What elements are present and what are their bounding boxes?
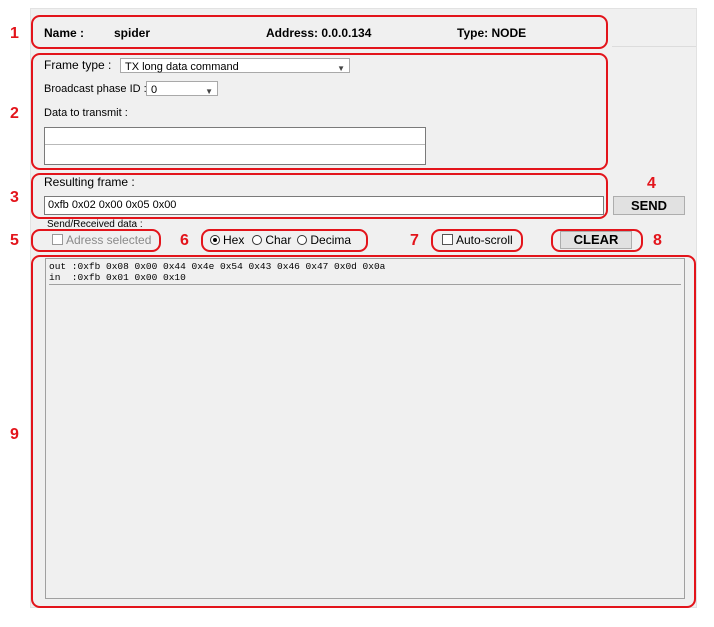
- callout-outline-6: [201, 229, 368, 252]
- separator: [612, 46, 696, 47]
- callout-number-5: 5: [10, 232, 19, 249]
- callout-outline-8: [551, 229, 643, 252]
- callout-number-8: 8: [653, 232, 662, 249]
- callout-outline-5: [31, 229, 161, 252]
- callout-number-2: 2: [10, 105, 19, 122]
- callout-outline-9: [31, 255, 696, 608]
- callout-number-6: 6: [180, 232, 189, 249]
- callout-number-4: 4: [647, 175, 656, 192]
- callout-outline-2: [31, 53, 608, 170]
- send-button[interactable]: SEND: [613, 196, 685, 215]
- callout-number-9: 9: [10, 426, 19, 443]
- callout-number-1: 1: [10, 25, 19, 42]
- callout-outline-7: [431, 229, 523, 252]
- callout-number-7: 7: [410, 232, 419, 249]
- callout-outline-1: [31, 15, 608, 49]
- callout-number-3: 3: [10, 189, 19, 206]
- callout-outline-3: [31, 173, 608, 219]
